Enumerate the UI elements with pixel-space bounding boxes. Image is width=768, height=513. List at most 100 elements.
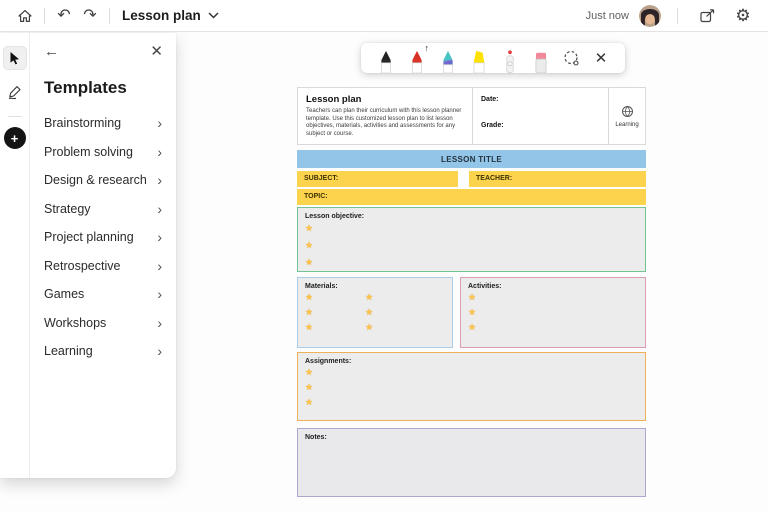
laser-pointer-button[interactable]: [494, 43, 525, 73]
settings-button[interactable]: ⚙: [730, 3, 756, 29]
star-icon: ★: [305, 257, 314, 267]
activities-box[interactable]: Activities: ★ ★ ★: [460, 277, 646, 348]
assignments-box[interactable]: Assignments: ★ ★ ★: [297, 352, 646, 421]
sidebar-item-design-research[interactable]: Design & research ›: [44, 166, 162, 195]
divider: [109, 7, 110, 24]
lesson-title-label: LESSON TITLE: [441, 154, 502, 164]
redo-button[interactable]: ↷: [77, 3, 103, 29]
sidebar-item-problem-solving[interactable]: Problem solving ›: [44, 138, 162, 167]
item-label: Workshops: [44, 315, 107, 330]
template-date-grade-cell: Date: Grade:: [473, 88, 609, 144]
star-icon: ★: [305, 382, 314, 392]
topic-field[interactable]: TOPIC:: [297, 189, 646, 205]
notes-label: Notes:: [305, 434, 327, 441]
lesson-title-bar[interactable]: LESSON TITLE: [297, 150, 646, 168]
ink-tool-button[interactable]: [3, 80, 27, 104]
divider: [7, 116, 22, 117]
pen-toolbar: ↑ ✕: [361, 43, 625, 73]
star-icon: ★: [305, 322, 314, 332]
template-title: Lesson plan: [306, 94, 362, 105]
black-pen-button[interactable]: [370, 43, 401, 73]
divider: [677, 7, 678, 24]
red-pen-button[interactable]: ↑: [401, 43, 432, 73]
star-icon: ★: [365, 292, 374, 302]
templates-panel: + ← ✕ Templates Brainstorming › Problem …: [0, 33, 176, 478]
chevron-right-icon: ›: [157, 200, 162, 217]
activities-stars: ★ ★ ★: [468, 290, 638, 335]
chevron-down-icon: [208, 12, 219, 19]
item-label: Strategy: [44, 201, 91, 216]
close-pen-toolbar-button[interactable]: ✕: [586, 43, 616, 73]
sidebar-item-brainstorming[interactable]: Brainstorming ›: [44, 109, 162, 138]
create-new-button[interactable]: +: [3, 127, 26, 149]
star-icon: ★: [305, 292, 314, 302]
star-icon: ★: [305, 397, 314, 407]
star-icon: ★: [305, 223, 314, 233]
sidebar-item-games[interactable]: Games ›: [44, 280, 162, 309]
highlighter-button[interactable]: [463, 43, 494, 73]
undo-button[interactable]: ↶: [51, 3, 77, 29]
chevron-right-icon: ›: [157, 172, 162, 189]
board-title: Lesson plan: [122, 8, 201, 23]
chevron-right-icon: ›: [157, 314, 162, 331]
item-label: Learning: [44, 344, 93, 359]
home-icon: [18, 9, 32, 22]
sidebar-item-retrospective[interactable]: Retrospective ›: [44, 252, 162, 281]
lesson-plan-template[interactable]: Lesson plan Teachers can plan their curr…: [297, 87, 646, 497]
subject-field[interactable]: SUBJECT:: [297, 171, 458, 187]
item-label: Retrospective: [44, 258, 121, 273]
star-icon: ★: [468, 307, 477, 317]
active-pen-arrow-icon: ↑: [424, 43, 430, 53]
black-pen-icon: [380, 50, 391, 73]
lesson-objective-box[interactable]: Lesson objective: ★ ★ ★: [297, 207, 646, 272]
teacher-field[interactable]: TEACHER:: [469, 171, 646, 187]
lasso-select-button[interactable]: [556, 43, 586, 73]
highlighter-icon: [473, 50, 484, 73]
sidebar-item-project-planning[interactable]: Project planning ›: [44, 223, 162, 252]
star-icon: ★: [305, 307, 314, 317]
item-label: Games: [44, 287, 85, 302]
template-header-card[interactable]: Lesson plan Teachers can plan their curr…: [297, 87, 646, 145]
close-icon: ✕: [594, 50, 608, 67]
share-button[interactable]: [694, 3, 720, 29]
sidebar-item-workshops[interactable]: Workshops ›: [44, 309, 162, 338]
tool-rail: +: [0, 33, 30, 478]
template-category-list: Brainstorming › Problem solving › Design…: [44, 109, 162, 366]
template-description: Teachers can plan their curriculum with …: [306, 108, 462, 137]
materials-label: Materials:: [305, 283, 338, 290]
activities-label: Activities:: [468, 283, 502, 290]
chevron-right-icon: ›: [157, 143, 162, 160]
sidebar-item-learning[interactable]: Learning ›: [44, 337, 162, 366]
eraser-button[interactable]: [525, 43, 556, 73]
date-label: Date:: [481, 96, 499, 103]
objective-stars: ★ ★ ★: [305, 220, 638, 271]
user-photo-icon: [639, 4, 661, 27]
select-tool-button[interactable]: [2, 46, 27, 70]
back-button[interactable]: ←: [44, 43, 59, 60]
avatar[interactable]: [639, 4, 661, 27]
lasso-icon: [563, 50, 579, 66]
star-icon: ★: [365, 307, 374, 317]
sidebar-item-strategy[interactable]: Strategy ›: [44, 195, 162, 224]
panel-title: Templates: [44, 78, 127, 97]
home-button[interactable]: [12, 3, 38, 29]
star-icon: ★: [468, 292, 477, 302]
galaxy-pen-button[interactable]: [432, 43, 463, 73]
top-bar: ↶ ↷ Lesson plan Just now ⚙: [0, 0, 768, 32]
board-title-dropdown[interactable]: Lesson plan: [122, 8, 219, 23]
chevron-right-icon: ›: [157, 229, 162, 246]
template-category-cell: Learning: [609, 88, 645, 144]
star-icon: ★: [305, 240, 314, 250]
share-icon: [699, 8, 714, 22]
assignments-label: Assignments:: [305, 358, 352, 365]
red-pen-icon: [411, 50, 422, 73]
laser-pointer-icon: [505, 50, 514, 73]
chevron-right-icon: ›: [157, 257, 162, 274]
template-description-cell: Lesson plan Teachers can plan their curr…: [298, 88, 473, 144]
item-label: Brainstorming: [44, 116, 122, 131]
learning-category-icon: [621, 105, 633, 117]
notes-box[interactable]: Notes:: [297, 428, 646, 497]
close-panel-button[interactable]: ✕: [150, 42, 163, 60]
eraser-icon: [535, 52, 546, 73]
materials-box[interactable]: Materials: ★ ★ ★ ★ ★ ★: [297, 277, 453, 348]
